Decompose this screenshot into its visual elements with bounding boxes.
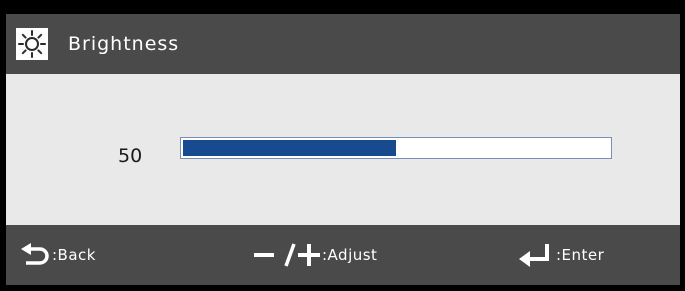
adjust-label: :Adjust (322, 246, 378, 264)
adjust-hint[interactable]: :Adjust (252, 225, 377, 285)
brightness-value: 50 (118, 145, 143, 167)
brightness-slider-fill (183, 140, 396, 156)
enter-return-icon (519, 244, 549, 267)
back-arrow-icon (21, 243, 49, 265)
osd-header: Brightness (6, 14, 680, 74)
minus-plus-icon (254, 243, 320, 267)
osd-body: 50 (6, 74, 680, 225)
back-label: :Back (52, 246, 96, 264)
brightness-sun-icon (16, 28, 48, 60)
back-hint[interactable]: :Back (18, 225, 96, 285)
brightness-slider[interactable] (180, 137, 612, 159)
enter-hint[interactable]: :Enter (516, 225, 604, 285)
osd-window: Brightness 50 :Back :Adjust:Enter (0, 0, 685, 291)
page-title: Brightness (68, 33, 180, 55)
osd-footer: :Back :Adjust :Enter (6, 225, 680, 285)
enter-label: :Enter (556, 246, 605, 264)
